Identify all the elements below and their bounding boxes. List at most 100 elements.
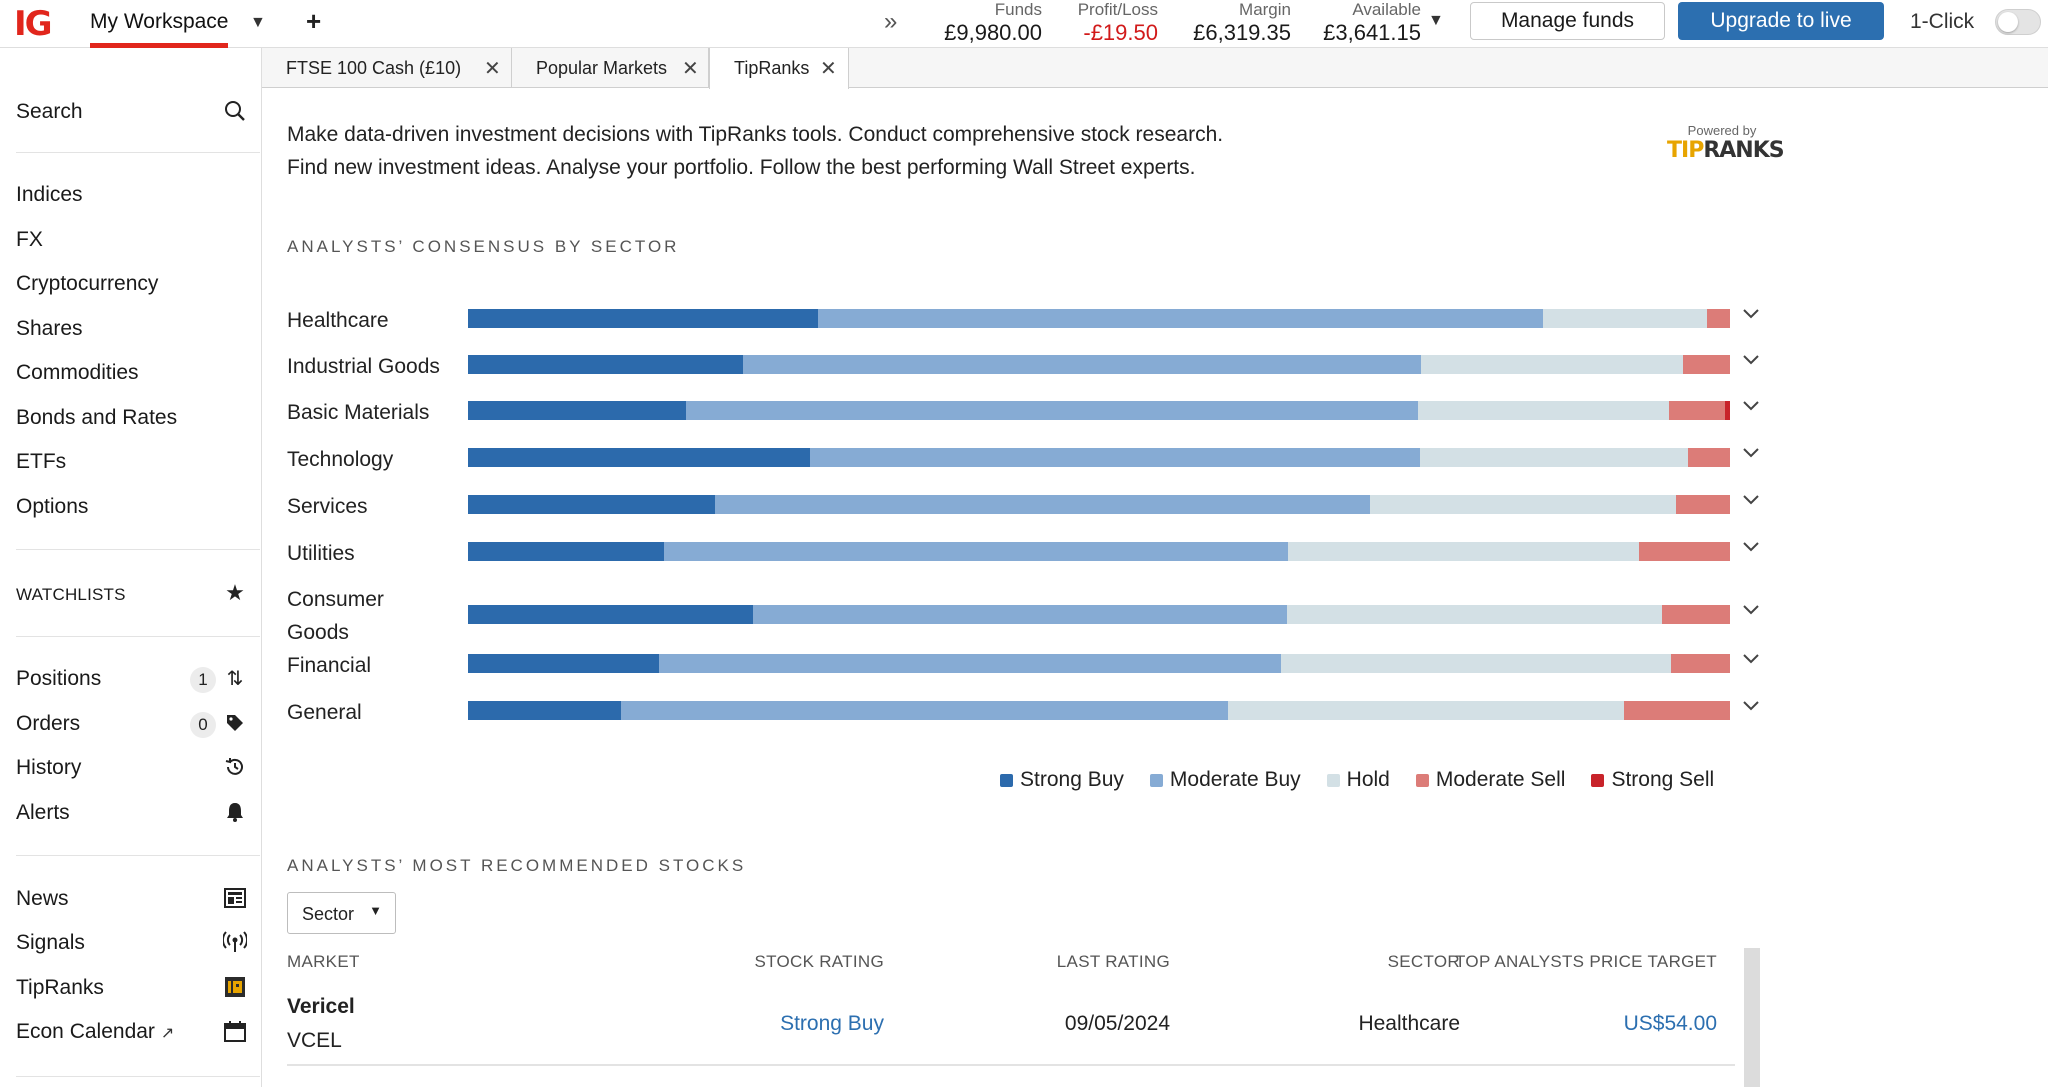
chevron-down-icon[interactable]: [1742, 443, 1760, 464]
sector-label: General: [287, 700, 362, 724]
close-icon[interactable]: ✕: [820, 56, 837, 81]
tab-popular-markets[interactable]: Popular Markets ✕: [512, 48, 709, 88]
divider: [16, 636, 260, 637]
legend-item: Hold: [1326, 768, 1390, 792]
tag-icon: [222, 710, 248, 736]
chevron-down-icon[interactable]: ▼: [250, 14, 266, 32]
sidebar-item-orders[interactable]: Orders 0: [16, 708, 248, 742]
manage-funds-button[interactable]: Manage funds: [1470, 2, 1665, 40]
sector-label: Utilities: [287, 541, 355, 565]
broadcast-icon: [222, 929, 248, 955]
close-icon[interactable]: ✕: [682, 56, 699, 81]
sidebar-item-label: Options: [16, 495, 89, 518]
econ-calendar-text: Econ Calendar ↗: [16, 1020, 174, 1044]
chevron-down-icon[interactable]: [1742, 304, 1760, 325]
bar-segment-moderate-buy: [663, 542, 1289, 561]
sidebar-item-cryptocurrency[interactable]: Cryptocurrency: [16, 268, 248, 302]
tab-ftse-100-cash[interactable]: FTSE 100 Cash (£10) ✕: [262, 48, 512, 88]
column-header-last-rating[interactable]: LAST RATING: [1002, 952, 1170, 972]
add-workspace-button[interactable]: +: [306, 6, 321, 37]
sidebar-item-signals[interactable]: Signals: [16, 927, 248, 961]
sidebar-item-label: WATCHLISTS: [16, 585, 126, 604]
tipranks-logo: TIPRANKS: [1667, 138, 1785, 163]
chevron-down-icon[interactable]: ▼: [1428, 12, 1444, 30]
legend-swatch: [1415, 773, 1429, 787]
chevron-down-icon[interactable]: [1742, 696, 1760, 717]
stock-name[interactable]: Vericel: [287, 995, 355, 1019]
sidebar-item-tipranks[interactable]: TipRanks: [16, 972, 248, 1006]
sidebar-item-shares[interactable]: Shares: [16, 313, 248, 347]
chevron-down-icon[interactable]: [1742, 350, 1760, 371]
orders-count-badge: 0: [190, 712, 216, 738]
chevron-down-icon[interactable]: [1742, 537, 1760, 558]
double-chevron-right-icon[interactable]: »: [884, 8, 897, 36]
sidebar-item-label: Econ Calendar: [16, 1020, 155, 1043]
ig-logo[interactable]: IG: [14, 4, 53, 44]
tab-bar: FTSE 100 Cash (£10) ✕ Popular Markets ✕ …: [262, 48, 2048, 89]
sidebar-search[interactable]: Search: [16, 96, 248, 130]
sidebar-item-fx[interactable]: FX: [16, 224, 248, 258]
sidebar-item-etfs[interactable]: ETFs: [16, 446, 248, 480]
legend-label: Strong Sell: [1611, 768, 1715, 791]
chevron-down-icon[interactable]: [1742, 649, 1760, 670]
consensus-section-title: ANALYSTS’ CONSENSUS BY SECTOR: [287, 237, 680, 256]
row-divider: [287, 1064, 1735, 1066]
sidebar-item-label: Orders: [16, 712, 81, 735]
star-icon[interactable]: ★: [222, 580, 248, 606]
stat-available[interactable]: Available £3,641.15: [1308, 0, 1421, 46]
powered-by-label: Powered by: [1687, 123, 1757, 138]
one-click-toggle[interactable]: [1995, 9, 2041, 35]
sidebar-item-label: Positions: [16, 667, 102, 690]
tab-tipranks[interactable]: TipRanks ✕: [709, 48, 849, 89]
sidebar-item-options[interactable]: Options: [16, 491, 248, 525]
sidebar-item-label: Search: [16, 100, 83, 123]
consensus-bar[interactable]: [468, 542, 1730, 561]
one-click-label: 1-Click: [1910, 10, 1975, 33]
sidebar-item-label: Cryptocurrency: [16, 272, 159, 295]
tab-label: TipRanks: [734, 58, 810, 78]
column-header-stock-rating[interactable]: STOCK RATING: [734, 952, 884, 972]
tipranks-logo-tip: TIP: [1667, 138, 1704, 163]
sidebar-item-alerts[interactable]: Alerts: [16, 797, 248, 831]
column-header-market[interactable]: MARKET: [287, 952, 360, 972]
sidebar-item-label: Alerts: [16, 801, 70, 824]
powered-by-tipranks[interactable]: Powered by TIPRANKS: [1667, 123, 1785, 163]
sidebar-item-history[interactable]: History: [16, 752, 248, 786]
sector-filter-dropdown[interactable]: Sector ▼: [287, 892, 396, 934]
stat-margin: Margin £6,319.35: [1180, 0, 1291, 46]
workspace-selector[interactable]: My Workspace: [90, 10, 229, 48]
sidebar-item-bonds-and-rates[interactable]: Bonds and Rates: [16, 402, 248, 436]
sidebar-item-positions[interactable]: Positions 1 ⇅: [16, 663, 248, 697]
stat-label: Funds: [994, 0, 1042, 19]
sidebar-item-news[interactable]: News: [16, 883, 248, 917]
stock-rating[interactable]: Strong Buy: [734, 1012, 884, 1036]
stat-value: -£19.50: [1083, 20, 1158, 45]
chevron-down-icon[interactable]: [1742, 490, 1760, 511]
consensus-bar[interactable]: [468, 701, 1730, 720]
last-rating-date: 09/05/2024: [1064, 1012, 1170, 1035]
close-icon[interactable]: ✕: [484, 56, 501, 81]
newspaper-icon: [222, 885, 248, 911]
stat-label: Available: [1352, 0, 1421, 19]
table-scrollbar[interactable]: [1744, 948, 1760, 1087]
sidebar-watchlists[interactable]: WATCHLISTS ★: [16, 578, 248, 612]
sidebar-item-label: History: [16, 756, 82, 779]
stat-funds: Funds £9,980.00: [930, 0, 1042, 46]
column-header-price-target[interactable]: TOP ANALYSTS PRICE TARGET: [1422, 952, 1717, 972]
search-icon[interactable]: [222, 98, 248, 124]
sidebar-item-commodities[interactable]: Commodities: [16, 357, 248, 391]
legend-swatch: [1000, 773, 1013, 787]
upgrade-to-live-button[interactable]: Upgrade to live: [1678, 2, 1884, 40]
legend-label: Moderate Sell: [1435, 768, 1566, 791]
chevron-down-icon[interactable]: [1742, 600, 1760, 621]
sidebar-item-label: TipRanks: [16, 976, 104, 999]
chevron-down-icon[interactable]: [1742, 396, 1760, 417]
stock-ticker: VCEL: [287, 1029, 342, 1052]
legend-item: Moderate Sell: [1415, 768, 1566, 792]
sidebar-item-econ-calendar[interactable]: Econ Calendar ↗: [16, 1016, 248, 1050]
consensus-bar[interactable]: [468, 605, 1730, 624]
sector-row[interactable]: General: [287, 670, 1760, 750]
legend-swatch: [1326, 773, 1340, 787]
price-target[interactable]: US$54.00: [1422, 1012, 1717, 1036]
sidebar-item-indices[interactable]: Indices: [16, 179, 248, 213]
